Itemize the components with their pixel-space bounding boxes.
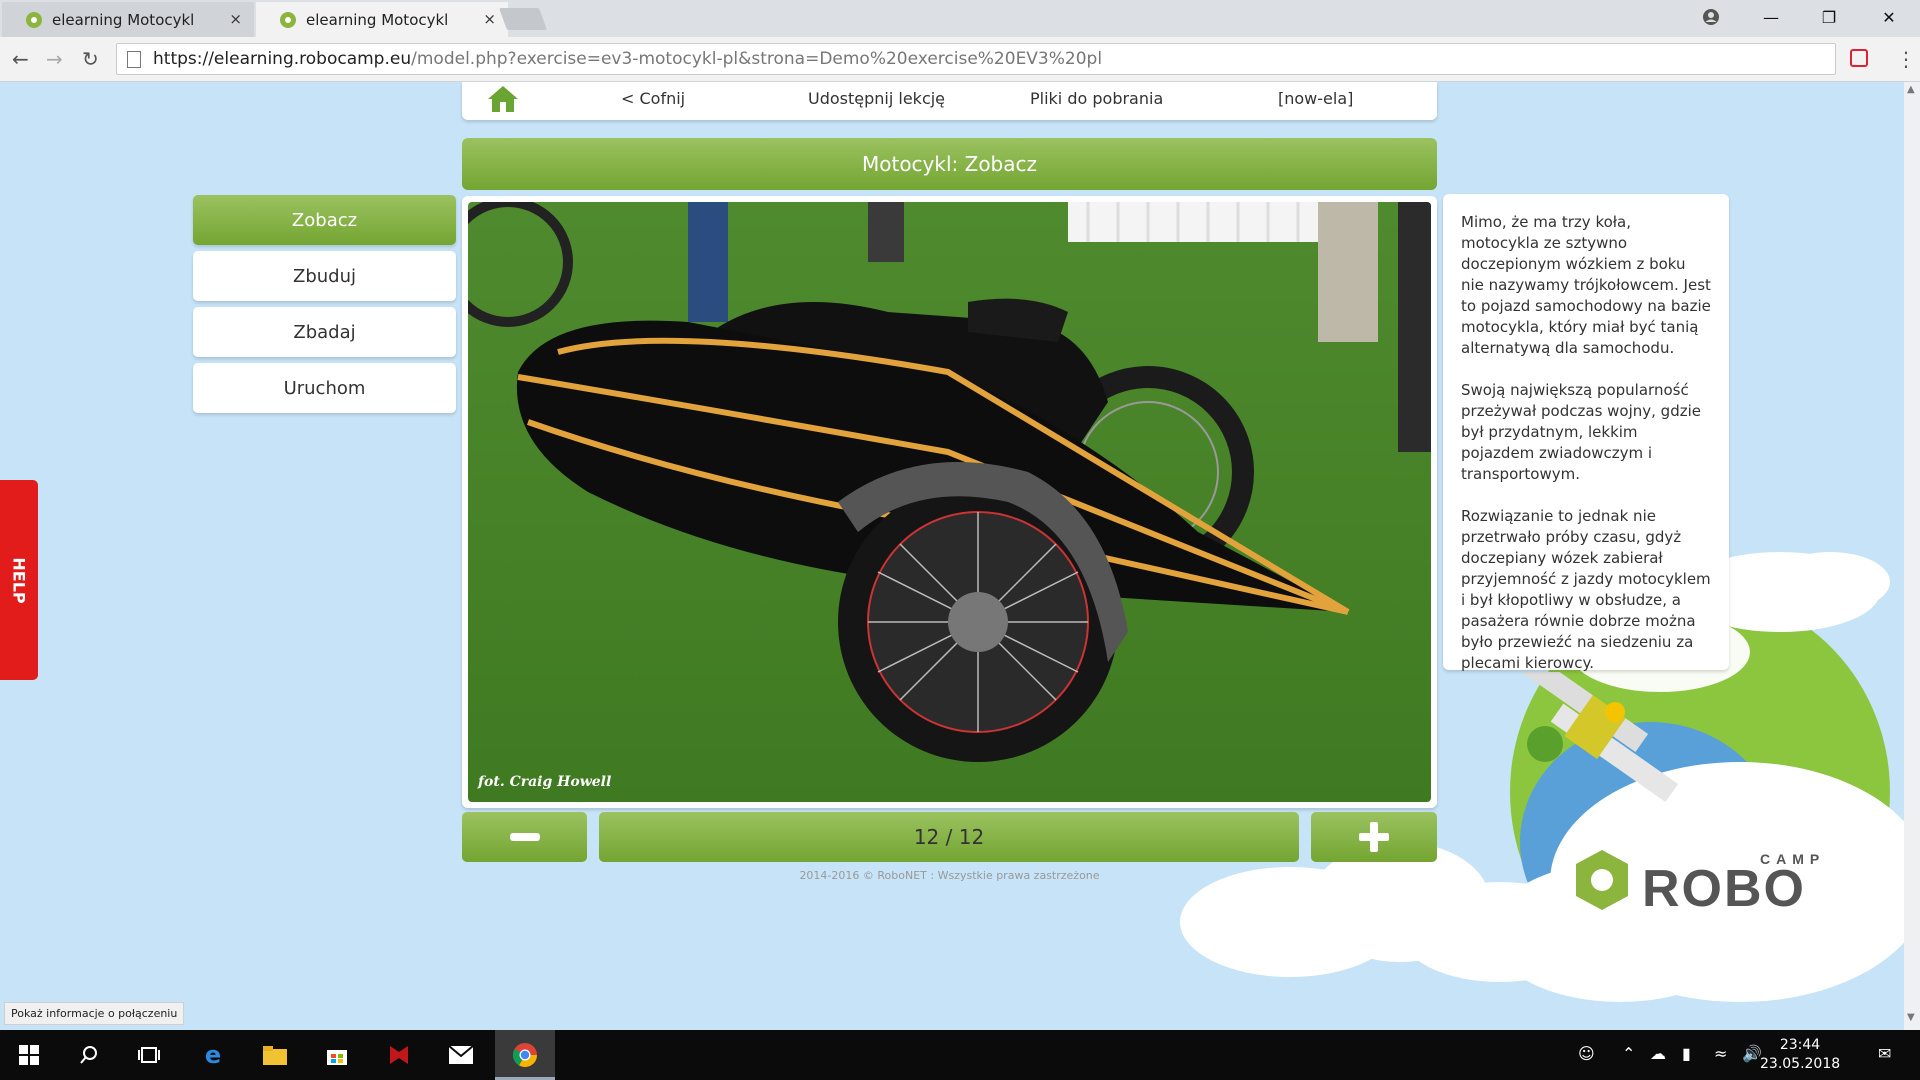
extension-shield-icon[interactable] — [1850, 49, 1868, 67]
sidebar-item-uruchom[interactable]: Uruchom — [193, 363, 456, 413]
mail-icon[interactable] — [444, 1038, 478, 1072]
tab-title: elearning Motocykl — [52, 10, 195, 29]
user-link[interactable]: [now-ela] — [1278, 89, 1353, 108]
page-scrollbar[interactable]: ▲ ▼ — [1904, 82, 1920, 1030]
logo-big-text: ROBO — [1642, 860, 1806, 918]
browser-toolbar: ← → ↻ https://elearning.robocamp.eu/mode… — [0, 37, 1920, 82]
sidebar-item-zobacz[interactable]: Zobacz — [193, 195, 456, 245]
tab-title: elearning Motocykl — [306, 10, 449, 29]
robocamp-logo: CAMP ROBO — [1576, 850, 1819, 918]
reload-icon[interactable]: ↻ — [82, 47, 99, 71]
taskbar-clock[interactable]: 23:44 23.05.2018 — [1760, 1036, 1840, 1074]
plus-icon — [1359, 822, 1389, 852]
home-icon[interactable] — [486, 84, 520, 114]
url-path: /model.php?exercise=ev3-motocykl-pl&stro… — [411, 49, 1103, 69]
clock-date: 23.05.2018 — [1760, 1056, 1841, 1072]
windows-taskbar: e ☺ ⌃ ☁ ▮ ≈ 🔊 23:44 23.05.2018 ✉ — [0, 1030, 1920, 1080]
browser-tab-1[interactable]: elearning Motocykl × — [2, 2, 254, 37]
tray-chevron-up-icon[interactable]: ⌃ — [1622, 1044, 1635, 1063]
clock-time: 23:44 — [1779, 1037, 1821, 1053]
sidebar-item-zbadaj[interactable]: Zbadaj — [193, 307, 456, 357]
description-paragraph-2: Swoją największą popularność przeżywał p… — [1461, 381, 1701, 483]
help-tab-button[interactable]: HELP — [0, 480, 38, 680]
wifi-icon[interactable]: ≈ — [1714, 1044, 1727, 1063]
onedrive-cloud-icon[interactable]: ☁ — [1650, 1044, 1666, 1063]
minimize-button[interactable]: — — [1748, 0, 1794, 34]
close-window-button[interactable]: ✕ — [1866, 0, 1912, 34]
share-lesson-link[interactable]: Udostępnij lekcję — [808, 89, 945, 108]
new-tab-button[interactable] — [498, 8, 548, 30]
minus-icon — [509, 833, 540, 841]
sidebar-item-zbuduj[interactable]: Zbuduj — [193, 251, 456, 301]
edge-browser-icon[interactable]: e — [196, 1038, 230, 1072]
scroll-down-icon[interactable]: ▼ — [1907, 1012, 1915, 1023]
footer-copyright: 2014-2016 © RoboNET : Wszystkie prawa za… — [799, 869, 1100, 882]
site-favicon-icon — [26, 11, 42, 28]
page-info-icon[interactable] — [127, 50, 141, 68]
browser-tab-2[interactable]: elearning Motocykl × — [256, 2, 508, 37]
description-paragraph-3: Rozwiązanie to jednak nie przetrwało pró… — [1461, 507, 1711, 672]
battery-icon[interactable]: ▮ — [1682, 1044, 1691, 1063]
help-label: HELP — [9, 556, 29, 604]
file-explorer-icon[interactable] — [258, 1038, 292, 1072]
maximize-button[interactable]: ❐ — [1806, 0, 1852, 34]
sidecar-motorcycle-photo: fot. Craig Howell — [468, 202, 1431, 802]
profile-icon[interactable] — [1688, 0, 1734, 34]
page-title: Motocykl: Zobacz — [462, 138, 1437, 190]
description-panel: Mimo, że ma trzy koła, motocykla ze szty… — [1443, 194, 1729, 672]
address-bar[interactable]: https://elearning.robocamp.eu/model.php?… — [116, 43, 1836, 75]
site-favicon-icon — [280, 11, 296, 28]
url-host: https://elearning.robocamp.eu — [153, 49, 412, 69]
forward-arrow-icon[interactable]: → — [46, 47, 63, 71]
action-center-icon[interactable]: ✉ — [1878, 1044, 1891, 1063]
back-link[interactable]: < Cofnij — [621, 89, 685, 108]
next-page-button[interactable] — [1311, 812, 1437, 862]
lesson-top-nav: < Cofnij Udostępnij lekcję Pliki do pobr… — [462, 82, 1437, 120]
lesson-photo-frame: fot. Craig Howell — [462, 196, 1437, 808]
store-icon[interactable] — [320, 1038, 354, 1072]
browser-tab-bar: elearning Motocykl × elearning Motocykl … — [0, 0, 1920, 37]
photo-credit: fot. Craig Howell — [478, 774, 612, 790]
menu-kebab-icon[interactable]: ⋮ — [1896, 47, 1916, 71]
tab-close-icon[interactable]: × — [229, 10, 242, 28]
previous-page-button[interactable] — [462, 812, 587, 862]
back-arrow-icon[interactable]: ← — [12, 47, 29, 71]
volume-icon[interactable]: 🔊 — [1742, 1044, 1762, 1063]
connection-info-popup: Pokaż informacje o połączeniu — [4, 1002, 185, 1025]
search-icon[interactable] — [72, 1038, 106, 1072]
people-icon[interactable]: ☺ — [1578, 1044, 1595, 1063]
page-viewport: < Cofnij Udostępnij lekcję Pliki do pobr… — [0, 82, 1904, 1030]
lego-plane-icon — [1520, 672, 1679, 802]
task-view-icon[interactable] — [132, 1038, 166, 1072]
downloads-link[interactable]: Pliki do pobrania — [1030, 89, 1163, 108]
scroll-up-icon[interactable]: ▲ — [1907, 84, 1915, 95]
windows-start-icon[interactable] — [12, 1038, 46, 1072]
mcafee-icon[interactable] — [382, 1038, 416, 1072]
tab-close-icon[interactable]: × — [483, 10, 496, 28]
chrome-icon[interactable] — [508, 1038, 542, 1072]
page-counter: 12 / 12 — [599, 812, 1299, 862]
description-paragraph-1: Mimo, że ma trzy koła, motocykla ze szty… — [1461, 213, 1711, 357]
